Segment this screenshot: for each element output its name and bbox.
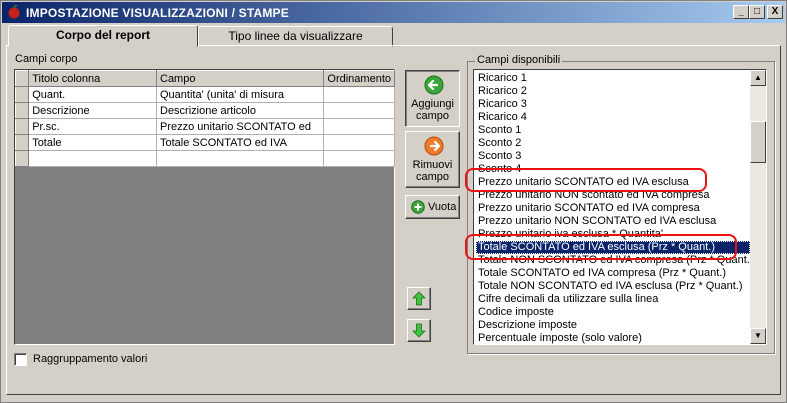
column-header-ordinamento[interactable]: Ordinamento (323, 70, 395, 87)
scroll-up-button[interactable]: ▲ (750, 70, 766, 86)
row-selector[interactable] (14, 150, 30, 167)
list-item[interactable]: Totale SCONTATO ed IVA compresa (Prz * Q… (476, 267, 750, 280)
cell-ordinamento[interactable] (323, 118, 395, 135)
cell-titolo[interactable]: Quant. (28, 86, 157, 103)
cell-campo[interactable]: Prezzo unitario SCONTATO ed (155, 118, 325, 135)
list-item[interactable]: Ricarico 3 (476, 98, 750, 111)
add-field-label-line1: Aggiungi (411, 98, 454, 110)
window-title: IMPOSTAZIONE VISUALIZZAZIONI / STAMPE (26, 6, 289, 20)
title-bar: IMPOSTAZIONE VISUALIZZAZIONI / STAMPE _ … (2, 2, 785, 23)
list-item[interactable]: Percentuale imposte (solo valore) (476, 332, 750, 344)
list-item[interactable]: Sconto 1 (476, 124, 750, 137)
row-selector[interactable] (14, 102, 30, 119)
scroll-down-button[interactable]: ▼ (750, 328, 766, 344)
empty-button[interactable]: Vuota (405, 195, 460, 219)
campi-disponibili-label: Campi disponibili (475, 54, 563, 66)
close-button[interactable]: X (767, 5, 783, 19)
list-item[interactable]: Sconto 3 (476, 150, 750, 163)
list-item[interactable]: Prezzo unitario NON SCONTATO ed IVA escl… (476, 215, 750, 228)
cell-titolo[interactable]: Pr.sc. (28, 118, 157, 135)
cell-titolo[interactable]: Totale (28, 134, 157, 151)
maximize-button[interactable]: □ (749, 5, 765, 19)
table-row[interactable]: Pr.sc. Prezzo unitario SCONTATO ed (14, 118, 395, 135)
cell-ordinamento[interactable] (323, 134, 395, 151)
raggruppamento-checkbox[interactable] (14, 353, 27, 366)
list-item[interactable]: Codice imposte (476, 306, 750, 319)
cell-campo[interactable]: Quantita' (unita' di misura (155, 86, 325, 103)
move-up-button[interactable] (407, 287, 431, 310)
campi-corpo-label: Campi corpo (15, 53, 78, 65)
arrow-up-icon (412, 291, 426, 306)
vertical-scrollbar[interactable]: ▲ ▼ (750, 70, 766, 344)
empty-button-label: Vuota (428, 201, 457, 213)
scroll-thumb[interactable] (750, 121, 766, 163)
arrow-down-icon (412, 323, 426, 338)
cell-ordinamento[interactable] (323, 102, 395, 119)
cell-campo[interactable]: Totale SCONTATO ed IVA (155, 134, 325, 151)
cell-campo[interactable] (155, 150, 325, 167)
remove-field-button[interactable]: Rimuovi campo (405, 131, 460, 188)
column-header-campo[interactable]: Campo (155, 70, 325, 87)
list-item[interactable]: Descrizione imposte (476, 319, 750, 332)
row-selector[interactable] (14, 134, 30, 151)
tab-corpo-del-report[interactable]: Corpo del report (8, 25, 198, 47)
add-field-button[interactable]: Aggiungi campo (405, 70, 460, 127)
table-row[interactable]: Descrizione Descrizione articolo (14, 102, 395, 119)
table-row-empty[interactable] (14, 150, 395, 167)
column-header-titolo[interactable]: Titolo colonna (28, 70, 157, 87)
grid-corner (14, 70, 30, 87)
list-item[interactable]: Ricarico 4 (476, 111, 750, 124)
list-item[interactable]: Ricarico 2 (476, 85, 750, 98)
table-row[interactable]: Quant. Quantita' (unita' di misura (14, 86, 395, 103)
cell-titolo[interactable]: Descrizione (28, 102, 157, 119)
annotation-highlight (465, 234, 737, 260)
campi-disponibili-list[interactable]: Ricarico 1 Ricarico 2 Ricarico 3 Ricarico 4… (473, 69, 767, 345)
list-item[interactable]: Sconto 2 (476, 137, 750, 150)
table-row[interactable]: Totale Totale SCONTATO ed IVA (14, 134, 395, 151)
settings-window: IMPOSTAZIONE VISUALIZZAZIONI / STAMPE _ … (0, 0, 787, 403)
row-selector[interactable] (14, 86, 30, 103)
list-item[interactable]: Totale NON SCONTATO ed IVA esclusa (Prz … (476, 280, 750, 293)
annotation-highlight (465, 168, 707, 192)
cell-ordinamento[interactable] (323, 150, 395, 167)
campi-corpo-grid[interactable]: Titolo colonna Campo Ordinamento Quant. … (14, 69, 395, 345)
add-field-label-line2: campo (415, 110, 450, 122)
list-item[interactable]: Ricarico 1 (476, 72, 750, 85)
arrow-left-icon (424, 75, 444, 95)
cell-titolo[interactable] (28, 150, 157, 167)
remove-field-label-line1: Rimuovi (412, 159, 453, 171)
cell-ordinamento[interactable] (323, 86, 395, 103)
cell-campo[interactable]: Descrizione articolo (155, 102, 325, 119)
plus-icon (411, 200, 425, 214)
minimize-button[interactable]: _ (733, 5, 749, 19)
row-selector[interactable] (14, 118, 30, 135)
raggruppamento-label: Raggruppamento valori (33, 353, 148, 365)
move-down-button[interactable] (407, 319, 431, 342)
arrow-right-icon (424, 136, 444, 156)
list-item[interactable]: Prezzo unitario SCONTATO ed IVA compresa (476, 202, 750, 215)
remove-field-label-line2: campo (415, 171, 450, 183)
tab-tipo-linee[interactable]: Tipo linee da visualizzare (198, 26, 393, 47)
list-item[interactable]: Cifre decimali da utilizzare sulla linea (476, 293, 750, 306)
app-apple-icon (8, 5, 20, 19)
